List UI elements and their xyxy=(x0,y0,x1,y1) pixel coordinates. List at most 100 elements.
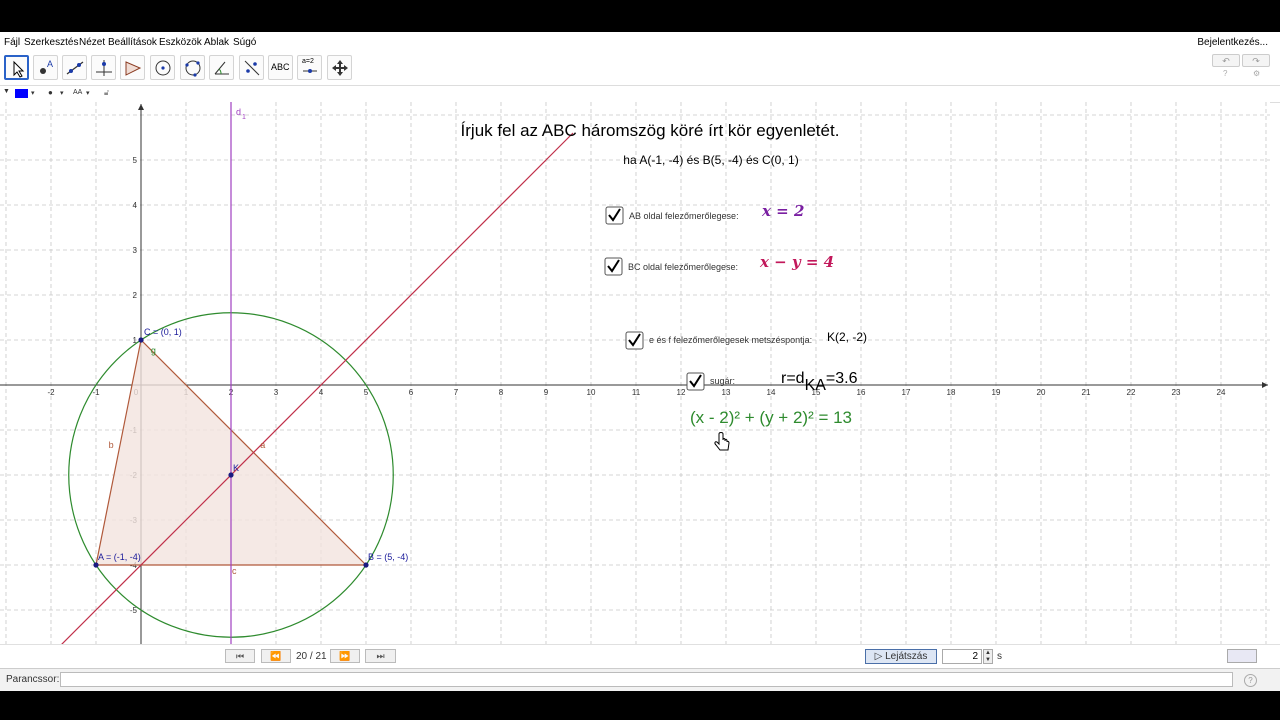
menu-view[interactable]: Nézet xyxy=(79,37,105,48)
point-tool-icon: A xyxy=(40,59,53,74)
gear-icon[interactable]: ⚙ xyxy=(1253,69,1260,78)
checkbox-intersection-label: e és f felezőmerőlegesek metszéspontja: xyxy=(649,335,812,345)
x-tick-label: 4 xyxy=(319,388,324,397)
command-input[interactable] xyxy=(60,672,1233,687)
y-tick-label: 5 xyxy=(133,156,138,165)
x-tick-label: 14 xyxy=(767,388,776,397)
slider-tool-button[interactable]: a=2 xyxy=(297,55,322,80)
side-a-label: a xyxy=(260,440,265,450)
first-step-button[interactable]: ⏮ xyxy=(225,649,255,663)
x-tick-label: 11 xyxy=(632,388,641,397)
move-tool-icon xyxy=(13,60,25,78)
point-a-label: A = (-1, -4) xyxy=(98,552,141,562)
lock-icon[interactable]: 🔓︎ xyxy=(104,88,109,98)
polygon-tool-button[interactable] xyxy=(120,55,145,80)
chevron-down-icon[interactable]: ▾ xyxy=(31,89,35,97)
next-step-button[interactable]: ⏩ xyxy=(330,649,360,663)
checkbox-radius-label: sugár: xyxy=(710,376,735,386)
undo-button[interactable]: ↶ xyxy=(1212,54,1240,67)
menu-tools[interactable]: Eszközök xyxy=(159,37,202,48)
formula-bc: x − y = 4 xyxy=(759,253,834,271)
point-c-label: C = (0, 1) xyxy=(144,327,182,337)
angle-tool-button[interactable] xyxy=(209,55,234,80)
y-axis-arrow xyxy=(138,104,144,110)
x-tick-label: 22 xyxy=(1127,388,1136,397)
x-tick-label: 5 xyxy=(364,388,369,397)
construction-objects: d1eabcgA = (-1, -4)B = (5, -4)C = (0, 1)… xyxy=(31,102,574,674)
polygon-tool-icon xyxy=(125,61,142,76)
angle-tool-icon xyxy=(214,61,229,75)
checkbox-radius[interactable] xyxy=(686,372,705,391)
x-tick-label: 13 xyxy=(722,388,731,397)
checkbox-ab-label: AB oldal felezőmerőlegese: xyxy=(629,211,739,221)
menu-file[interactable]: Fájl xyxy=(4,37,20,48)
help-icon[interactable]: ? xyxy=(1223,69,1227,78)
x-axis-arrow xyxy=(1262,382,1268,388)
play-button[interactable]: ▷ Lejátszás xyxy=(865,649,937,664)
y-tick-label: 2 xyxy=(133,291,138,300)
hand-cursor-icon xyxy=(714,432,730,451)
line-tool-icon xyxy=(66,61,84,75)
x-tick-label: 9 xyxy=(544,388,549,397)
menu-edit[interactable]: Szerkesztés xyxy=(24,37,78,48)
menu-options[interactable]: Beállítások xyxy=(108,37,157,48)
reflect-tool-button[interactable] xyxy=(239,55,264,80)
construction-protocol-button[interactable] xyxy=(1227,649,1257,663)
construction-texts: Írjuk fel az ABC háromszög köré írt kör … xyxy=(461,121,867,451)
x-tick-label: 17 xyxy=(902,388,911,397)
x-tick-label: 7 xyxy=(454,388,459,397)
checkbox-ab[interactable] xyxy=(605,206,624,225)
x-tick-label: 20 xyxy=(1037,388,1046,397)
menu-bar: Fájl Szerkesztés Nézet Beállítások Eszkö… xyxy=(0,32,1280,52)
graphics-canvas[interactable]: -2-1012345678910111213141516171819202122… xyxy=(0,102,1270,674)
point-b-label: B = (5, -4) xyxy=(368,552,408,562)
x-tick-label: 16 xyxy=(857,388,866,397)
move-view-tool-button[interactable] xyxy=(327,55,352,80)
line-tool-button[interactable] xyxy=(62,55,87,80)
circle-center-tool-button[interactable] xyxy=(150,55,175,80)
color-swatch[interactable] xyxy=(15,89,28,98)
checkbox-bc[interactable] xyxy=(604,257,623,276)
side-c-label: c xyxy=(232,566,237,576)
x-tick-label: 8 xyxy=(499,388,504,397)
point-style-icon[interactable]: ● xyxy=(48,88,53,97)
menu-help[interactable]: Súgó xyxy=(233,37,256,48)
checkbox-intersection[interactable] xyxy=(625,331,644,350)
previous-step-button[interactable]: ⏪ xyxy=(261,649,291,663)
text-tool-button[interactable]: ABC xyxy=(268,55,293,80)
move-tool-button[interactable] xyxy=(4,55,29,80)
x-tick-label: 10 xyxy=(587,388,596,397)
text-tool-icon: ABC xyxy=(271,62,290,72)
checkbox-bc-label: BC oldal felezőmerőlegese: xyxy=(628,262,738,272)
toggle-stylebar-icon[interactable]: ▼ xyxy=(3,88,10,95)
redo-button[interactable]: ↷ xyxy=(1242,54,1270,67)
intersection-value: K(2, -2) xyxy=(827,330,867,344)
point-k-label: K xyxy=(233,463,239,473)
menu-window[interactable]: Ablak xyxy=(204,37,229,48)
label-style-button[interactable]: AA xyxy=(73,89,82,96)
graphics-view[interactable]: -2-1012345678910111213141516171819202122… xyxy=(0,102,1270,674)
point-c xyxy=(138,337,144,343)
speed-input[interactable]: 2 xyxy=(942,649,982,664)
circle-3points-tool-icon xyxy=(185,60,201,77)
x-tick-label: -2 xyxy=(47,388,55,397)
circle-3points-tool-button[interactable] xyxy=(180,55,205,80)
perpendicular-tool-button[interactable] xyxy=(91,55,116,80)
reflect-tool-icon xyxy=(244,60,260,76)
point-k xyxy=(228,472,234,478)
point-tool-button[interactable]: A xyxy=(33,55,58,80)
chevron-down-icon[interactable]: ▾ xyxy=(86,89,90,97)
chevron-down-icon[interactable]: ▾ xyxy=(60,89,64,97)
last-step-button[interactable]: ⏭ xyxy=(365,649,396,663)
input-help-icon[interactable]: ? xyxy=(1244,674,1257,687)
x-tick-label: 3 xyxy=(274,388,279,397)
line-d1-label: d xyxy=(236,107,241,117)
slider-track-icon xyxy=(303,69,317,73)
subtitle: ha A(-1, -4) és B(5, -4) és C(0, 1) xyxy=(623,153,798,167)
perpendicular-tool-icon xyxy=(96,60,112,76)
svg-text:A: A xyxy=(47,59,53,69)
circle-equation: (x - 2)² + (y + 2)² = 13 xyxy=(690,408,852,427)
radius-value: r=dKA=3.6 xyxy=(781,370,858,394)
speed-stepper[interactable]: ▲ ▼ xyxy=(983,649,993,664)
login-link[interactable]: Bejelentkezés... xyxy=(1197,37,1268,48)
